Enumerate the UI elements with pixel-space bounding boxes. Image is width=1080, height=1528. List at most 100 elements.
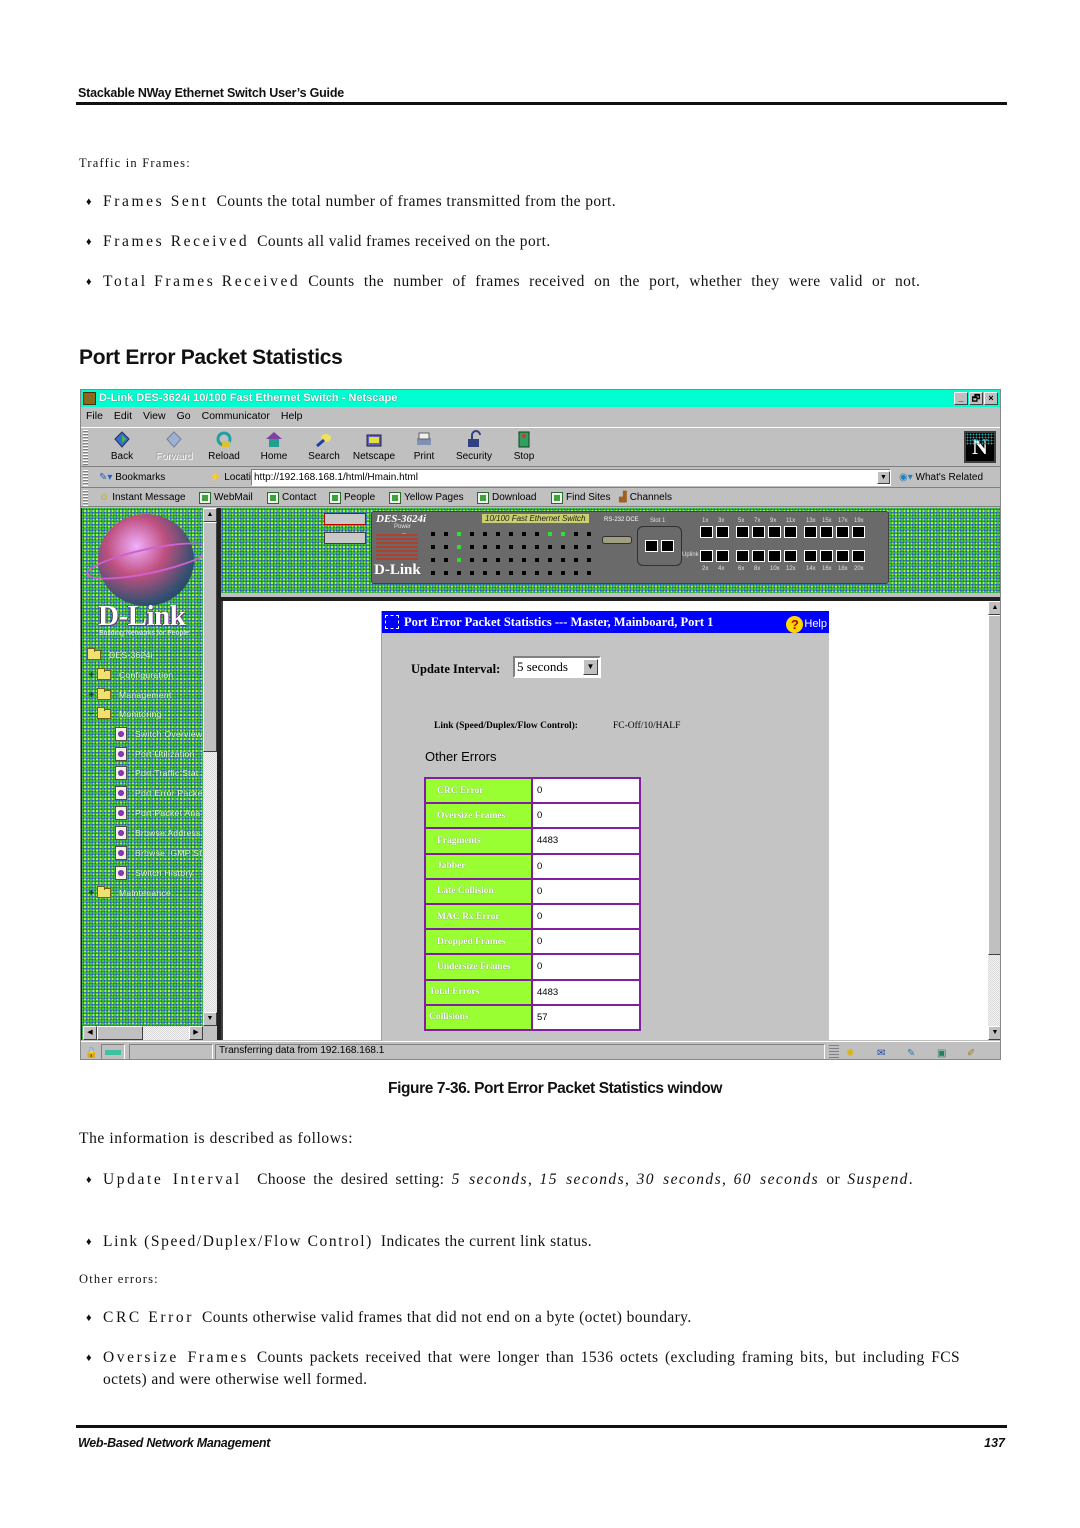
menu-communicator[interactable]: Communicator [202,407,270,425]
port-4x[interactable] [716,550,729,562]
port-7x[interactable] [752,526,765,538]
back-button[interactable]: Back [95,430,149,462]
port-11x[interactable] [784,526,797,538]
tree-item-configuration[interactable]: + Configuration [87,666,173,684]
scroll-track[interactable] [143,1026,189,1040]
nav-horizontal-scrollbar[interactable]: ◀ ▶ [83,1026,217,1040]
tree-item-monitoring[interactable]: − Monitoring [87,705,162,723]
tree-item-switch-overview[interactable]: Switch Overview [115,725,202,743]
console-port[interactable] [602,536,632,544]
scroll-up-button[interactable]: ▲ [203,508,217,522]
url-input[interactable]: http://192.168.168.1/html/Hmain.html [251,469,891,486]
port-18x[interactable] [836,550,849,562]
people-link[interactable]: People [329,489,375,507]
composer-icon[interactable]: ✐ [967,1045,981,1059]
tree-item-port-traffic[interactable]: Port Traffic Stat [115,764,199,782]
stack-unit-selected[interactable] [324,513,366,525]
webmail-link[interactable]: WebMail [199,489,253,507]
port-5x[interactable] [736,526,749,538]
update-interval-select[interactable]: 5 seconds ▼ [513,656,601,678]
tree-item-port-utilization[interactable]: Port Utilization [115,745,195,763]
tree-item-browse-address[interactable]: Browse Address [115,824,201,842]
netscape-logo[interactable]: N [964,431,996,463]
bookmarks-button[interactable]: ✎▾ Bookmarks [99,468,165,488]
help-link[interactable]: ? Help [786,613,827,635]
port-19x[interactable] [852,526,865,538]
tree-item-switch-history[interactable]: Switch History [115,864,193,882]
scroll-track[interactable] [203,752,217,1012]
newsgroups-icon[interactable]: ✎ [907,1045,921,1059]
port-1x[interactable] [700,526,713,538]
netscape-button[interactable]: Netscape [347,430,401,462]
expand-icon: + [88,689,95,701]
home-button[interactable]: Home [247,430,301,462]
security-lock-icon[interactable]: 🔓 [85,1045,99,1059]
tree-item-management[interactable]: + Management [87,686,172,704]
restore-button[interactable]: 🗗 [969,392,983,405]
scroll-up-button[interactable]: ▲ [988,601,1000,615]
port-6x[interactable] [736,550,749,562]
window-titlebar[interactable]: D-Link DES-3624i 10/100 Fast Ethernet Sw… [81,390,1000,407]
reload-button[interactable]: Reload [197,430,251,462]
stack-unit[interactable] [324,532,366,544]
tree-item-root[interactable]: DES-3624i [87,646,153,664]
main-vertical-scrollbar[interactable]: ▲ ▼ [988,601,1000,1040]
component-bar-grip[interactable] [829,1045,839,1058]
address-book-icon[interactable]: ▣ [937,1045,951,1059]
yellow-pages-link[interactable]: Yellow Pages [389,489,464,507]
menu-help[interactable]: Help [281,407,303,425]
scroll-left-button[interactable]: ◀ [83,1026,97,1040]
toolbar-grip[interactable] [83,430,88,466]
mail-icon[interactable]: ✉ [877,1045,891,1059]
print-button[interactable]: Print [397,430,451,462]
port-12x[interactable] [784,550,797,562]
port-9x[interactable] [768,526,781,538]
download-link[interactable]: Download [477,489,536,507]
menu-view[interactable]: View [143,407,166,425]
port-14x[interactable] [804,550,817,562]
port[interactable] [661,540,674,552]
port-13x[interactable] [804,526,817,538]
scroll-down-button[interactable]: ▼ [988,1026,1000,1040]
whats-related-button[interactable]: ◉▾ What's Related [899,468,983,488]
close-button[interactable]: × [984,392,998,405]
toolbar-grip[interactable] [83,470,88,486]
whats-related-icon: ◉▾ [899,472,916,483]
scroll-down-button[interactable]: ▼ [203,1012,217,1026]
port-20x[interactable] [852,550,865,562]
menu-edit[interactable]: Edit [114,407,132,425]
toolbar-grip[interactable] [83,490,88,506]
scroll-track[interactable] [988,955,1000,1026]
port-17x[interactable] [836,526,849,538]
stop-button[interactable]: Stop [497,430,551,462]
port-2x[interactable] [700,550,713,562]
tree-item-browse-igmp[interactable]: Browse IGMP St [115,844,202,862]
find-sites-link[interactable]: Find Sites [551,489,610,507]
tree-item-port-packet-analysis[interactable]: Port Packet Ana [115,804,200,822]
port-3x[interactable] [716,526,729,538]
scroll-right-button[interactable]: ▶ [189,1026,203,1040]
navigator-icon[interactable]: ✺ [846,1045,860,1059]
minimize-button[interactable]: _ [954,392,968,405]
port-8x[interactable] [752,550,765,562]
scroll-thumb[interactable] [97,1026,143,1040]
contact-link[interactable]: Contact [267,489,316,507]
nav-vertical-scrollbar[interactable]: ▲ ▼ [203,508,217,1026]
port[interactable] [645,540,658,552]
chevron-down-icon[interactable]: ▼ [583,659,598,675]
menu-file[interactable]: File [86,407,103,425]
menu-go[interactable]: Go [177,407,191,425]
scroll-thumb[interactable] [203,522,217,752]
port-16x[interactable] [820,550,833,562]
port-15x[interactable] [820,526,833,538]
search-button[interactable]: Search [297,430,351,462]
instant-message-link[interactable]: ☺ Instant Message [99,489,186,507]
port-10x[interactable] [768,550,781,562]
tree-item-maintenance[interactable]: + Maintenance [87,884,171,902]
security-button[interactable]: Security [447,430,501,462]
forward-button[interactable]: Forward [147,430,201,462]
scroll-thumb[interactable] [988,615,1000,955]
channels-link[interactable]: ▟ Channels [619,489,672,507]
tree-item-port-error-packet[interactable]: Port Error Packe [115,784,203,802]
url-dropdown-button[interactable]: ▼ [877,471,890,484]
